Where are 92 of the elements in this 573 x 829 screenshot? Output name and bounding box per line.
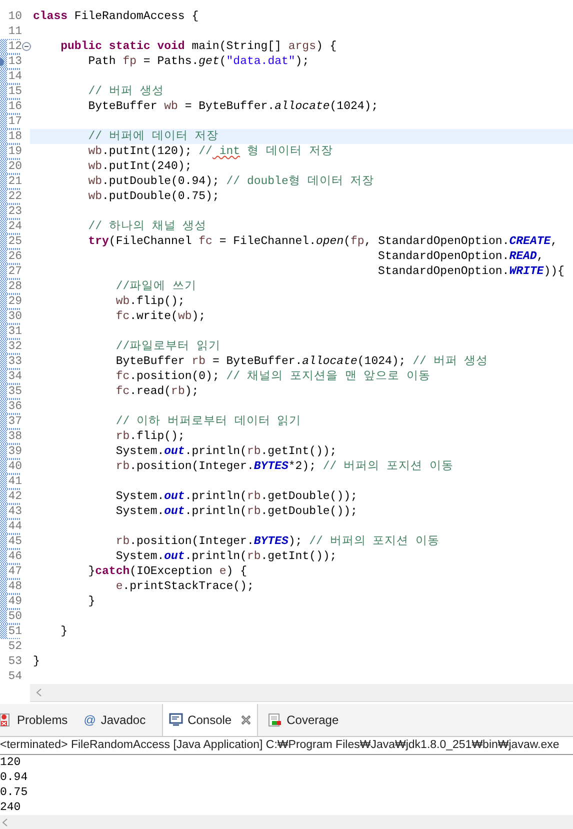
line-number: 41 <box>7 475 22 488</box>
line-number: 33 <box>7 355 22 368</box>
code-line: System.out.println(rb.getInt()); <box>114 444 337 459</box>
code-line: StandardOpenOption.READ, <box>377 249 544 264</box>
code-line: // 버퍼 생성 <box>87 84 164 99</box>
line-number: 26 <box>7 250 22 263</box>
view-tab[interactable]: @ Javadoc <box>84 704 152 736</box>
console-output-line: 0.75 <box>0 785 29 800</box>
scroll-left-icon[interactable] <box>2 818 8 827</box>
line-number: 48 <box>7 580 22 593</box>
console-status: <terminated> FileRandomAccess [Java Application] C:₩Program Files₩Java₩jdk1.8.0_251₩bin₩javaw.exe <box>0 737 573 755</box>
line-number: 16 <box>7 100 22 113</box>
line-number: 31 <box>7 325 22 338</box>
line-number: 39 <box>7 445 22 458</box>
monitor-icon <box>168 713 183 727</box>
code-line: }catch(IOException e) { <box>87 564 247 579</box>
console-output-line: 0.94 <box>0 770 29 785</box>
code-line: ByteBuffer wb = ByteBuffer.allocate(1024); <box>87 99 378 114</box>
line-number: 32 <box>7 340 22 353</box>
line-number: 13 <box>7 55 22 68</box>
code-line: StandardOpenOption.WRITE)){ <box>377 264 564 279</box>
code-line: System.out.println(rb.getDouble()); <box>114 489 358 504</box>
code-line: try(FileChannel fc = FileChannel.open(fp, StandardOpenOption.CREATE, <box>87 234 558 249</box>
code-line: public static void main(String[] args) { <box>60 39 337 54</box>
line-number: 28 <box>7 280 22 293</box>
line-number: 43 <box>7 505 22 518</box>
line-number: 14 <box>7 70 22 83</box>
line-number: 50 <box>7 610 22 623</box>
collapse-icon[interactable] <box>22 42 31 51</box>
line-number: 19 <box>7 145 22 158</box>
code-line: //파일에 쓰기 <box>114 279 197 294</box>
code-line: class FileRandomAccess { <box>33 9 199 24</box>
line-number: 30 <box>7 310 22 323</box>
code-line: } <box>60 624 68 639</box>
code-line: //파일로부터 읽기 <box>114 339 221 354</box>
line-number: 34 <box>7 370 22 383</box>
code-line: rb.flip(); <box>114 429 185 444</box>
close-icon[interactable] <box>240 715 251 725</box>
line-number: 20 <box>7 160 22 173</box>
at-sign-icon: @ <box>84 713 96 727</box>
line-number: 46 <box>7 550 22 563</box>
view-tab[interactable]: Console <box>162 704 258 736</box>
code-line: // 하나의 채널 생성 <box>87 219 207 234</box>
code-line: fc.position(0); // 채널의 포지션을 맨 앞으로 이동 <box>114 369 431 384</box>
line-number: 40 <box>7 460 22 473</box>
code-line: rb.position(Integer.BYTES*2); // 버퍼의 포지션 이동 <box>114 459 454 474</box>
code-line: fc.read(rb); <box>114 384 199 399</box>
line-number: 51 <box>7 625 22 638</box>
code-line: wb.putDouble(0.94); // double형 데이터 저장 <box>87 174 374 189</box>
view-tab[interactable]: Problems <box>0 704 74 736</box>
code-line: Path fp = Paths.get("data.dat"); <box>87 54 310 69</box>
line-number: 38 <box>7 430 22 443</box>
code-line: System.out.println(rb.getInt()); <box>114 549 337 564</box>
line-number: 47 <box>7 565 22 578</box>
scroll-left-icon[interactable] <box>36 688 42 697</box>
line-number: 37 <box>7 415 22 428</box>
code-line: wb.putInt(240); <box>87 159 192 174</box>
code-line: // 이하 버퍼로부터 데이터 읽기 <box>114 414 302 429</box>
coverage-icon <box>268 713 282 727</box>
code-line: fc.write(wb); <box>114 309 206 324</box>
line-number: 42 <box>7 490 22 503</box>
code-line: } <box>87 594 96 609</box>
line-number: 18 <box>7 130 22 143</box>
code-line: System.out.println(rb.getDouble()); <box>114 504 358 519</box>
line-number: 35 <box>7 385 22 398</box>
console-output-line: 120 <box>0 755 22 770</box>
line-number: 29 <box>7 295 22 308</box>
code-line: rb.position(Integer.BYTES); // 버퍼의 포지션 이동 <box>114 534 440 549</box>
console-output-line: 240 <box>0 800 22 815</box>
view-tab[interactable]: Coverage <box>268 704 345 736</box>
code-line: wb.putDouble(0.75); <box>87 189 220 204</box>
code-line: e.printStackTrace(); <box>114 579 254 594</box>
code-line: wb.flip(); <box>114 294 185 309</box>
line-number: 22 <box>7 190 22 203</box>
code-line: wb.putInt(120); // int 형 데이터 저장 <box>87 144 333 159</box>
line-number: 23 <box>7 205 22 218</box>
horizontal-scrollbar[interactable] <box>0 815 573 829</box>
code-line: // 버퍼에 데이터 저장 <box>87 129 219 144</box>
code-line: } <box>33 654 40 669</box>
horizontal-scrollbar[interactable] <box>30 684 573 702</box>
line-number: 49 <box>7 595 22 608</box>
line-number: 17 <box>7 115 22 128</box>
line-number: 36 <box>7 400 22 413</box>
line-number: 15 <box>7 85 22 98</box>
line-number: 44 <box>7 520 22 533</box>
line-number: 12 <box>7 40 22 53</box>
line-number: 27 <box>7 265 22 278</box>
code-line: ByteBuffer rb = ByteBuffer.allocate(1024); // 버퍼 생성 <box>114 354 488 369</box>
line-number: 25 <box>7 235 22 248</box>
line-number: 24 <box>7 220 22 233</box>
line-number: 21 <box>7 175 22 188</box>
line-number: 45 <box>7 535 22 548</box>
